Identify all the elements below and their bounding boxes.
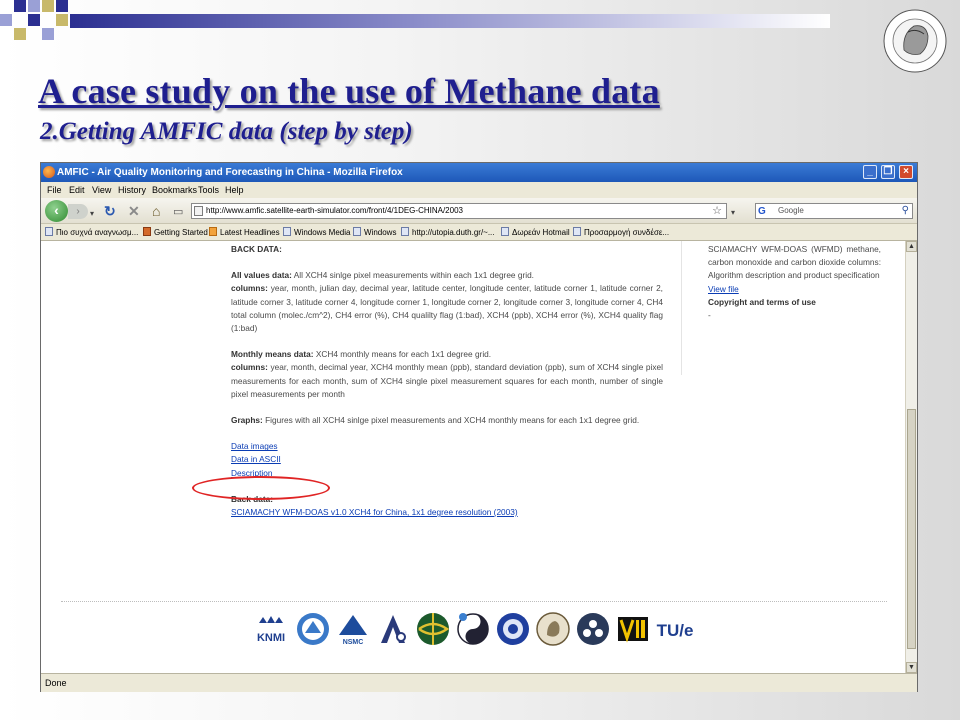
menu-history[interactable]: History xyxy=(118,182,146,198)
menu-help[interactable]: Help xyxy=(225,182,244,198)
close-button[interactable]: × xyxy=(899,165,913,179)
data-images-link[interactable]: Data images xyxy=(231,440,663,453)
emblem-logo[interactable] xyxy=(575,611,611,647)
scroll-down-icon[interactable]: ▼ xyxy=(906,662,917,673)
slide-decor-squares xyxy=(0,0,80,48)
copyright-link[interactable]: Copyright and terms of use xyxy=(708,297,816,307)
scroll-up-icon[interactable]: ▲ xyxy=(906,241,917,252)
university-logo[interactable] xyxy=(535,611,571,647)
forward-button[interactable]: › xyxy=(68,204,88,219)
bookmark-item[interactable]: Δωρεάν Hotmail xyxy=(501,224,570,241)
menu-bar: File Edit View History Bookmarks Tools H… xyxy=(41,182,917,198)
vertical-scrollbar[interactable]: ▲ ▼ xyxy=(905,241,917,673)
back-button[interactable]: ‹ xyxy=(45,200,68,222)
bookmark-item[interactable]: Windows Media xyxy=(283,224,350,241)
page-icon: ▭ xyxy=(173,206,184,218)
bookmark-page-icon xyxy=(283,227,291,236)
page-content: BACK DATA: All values data: All XCH4 sin… xyxy=(41,241,905,673)
search-box[interactable]: G Google ⚲ xyxy=(755,203,913,219)
reload-icon[interactable]: ↻ xyxy=(104,203,116,219)
bookmarks-toolbar: Πιο συχνά αναγνωσμ... Getting Started La… xyxy=(41,224,917,241)
bookmark-page-icon xyxy=(45,227,53,236)
address-text: http://www.amfic.satellite-earth-simulat… xyxy=(206,206,463,215)
stop-icon[interactable]: ✕ xyxy=(128,203,140,219)
site-identity-icon[interactable] xyxy=(194,206,203,216)
firefox-icon xyxy=(43,166,55,178)
data-in-ascii-link[interactable]: Data in ASCII xyxy=(231,453,663,466)
menu-view[interactable]: View xyxy=(92,182,111,198)
all-values-section: All values data: All XCH4 sinlge pixel m… xyxy=(231,270,663,334)
sidebar-dash: - xyxy=(708,310,711,321)
minimize-button[interactable]: _ xyxy=(863,165,877,179)
bookmark-page-icon xyxy=(573,227,581,236)
restore-button[interactable]: ❐ xyxy=(881,165,895,179)
svg-text:KNMI: KNMI xyxy=(257,632,285,644)
back-data-link[interactable]: SCIAMACHY WFM-DOAS v1.0 XCH4 for China, … xyxy=(231,506,663,519)
scroll-thumb[interactable] xyxy=(907,409,916,649)
sidebar-description: SCIAMACHY WFM-DOAS (WFMD) methane, carbo… xyxy=(708,244,881,281)
window-titlebar: AMFIC - Air Quality Monitoring and Forec… xyxy=(41,163,917,182)
iap-logo[interactable] xyxy=(295,611,331,647)
yin-yang-logo[interactable] xyxy=(455,611,491,647)
tue-logo[interactable]: TU/e xyxy=(655,611,695,647)
menu-edit[interactable]: Edit xyxy=(69,182,85,198)
data-links: Data images Data in ASCII Description xyxy=(231,440,663,480)
slide-subtitle: 2.Getting AMFIC data (step by step) xyxy=(40,118,413,145)
search-icon[interactable]: ⚲ xyxy=(902,204,909,218)
firefox-window: AMFIC - Air Quality Monitoring and Forec… xyxy=(40,162,918,692)
home-icon[interactable]: ⌂ xyxy=(152,203,160,219)
back-data-heading: BACK DATA: xyxy=(231,244,282,254)
search-placeholder: Google xyxy=(778,206,804,215)
window-title: AMFIC - Air Quality Monitoring and Forec… xyxy=(57,167,403,178)
bookmark-page-icon xyxy=(143,227,151,236)
slide-header-bar xyxy=(70,14,830,28)
partner-logos: KNMI NSMC TU/e xyxy=(253,611,703,651)
svg-text:NSMC: NSMC xyxy=(343,639,364,646)
vito-logo[interactable] xyxy=(615,611,651,647)
view-file-link[interactable]: View file xyxy=(708,284,739,294)
rss-feed-icon xyxy=(209,227,217,236)
bookmark-page-icon xyxy=(353,227,361,236)
menu-bookmarks[interactable]: Bookmarks xyxy=(152,182,197,198)
bookmark-item[interactable]: http://utopia.duth.gr/~... xyxy=(401,224,495,241)
nsmc-logo[interactable]: NSMC xyxy=(335,611,371,647)
slide-title: A case study on the use of Methane data xyxy=(38,71,660,111)
status-text: Done xyxy=(45,678,67,688)
agency-a-logo[interactable] xyxy=(375,611,411,647)
menu-tools[interactable]: Tools xyxy=(198,182,219,198)
bookmark-star-icon[interactable]: ☆ xyxy=(712,204,722,218)
bookmark-item[interactable]: Latest Headlines xyxy=(209,224,280,241)
bookmark-item[interactable]: Windows xyxy=(353,224,396,241)
knmi-logo[interactable]: KNMI xyxy=(253,611,289,647)
globe-logo[interactable] xyxy=(415,611,451,647)
monthly-means-section: Monthly means data: XCH4 monthly means f… xyxy=(231,349,663,399)
bookmark-item[interactable]: Πιο συχνά αναγνωσμ... xyxy=(45,224,138,241)
address-bar[interactable]: http://www.amfic.satellite-earth-simulat… xyxy=(191,203,727,219)
svg-text:TU/e: TU/e xyxy=(657,621,694,640)
url-dropdown-icon[interactable]: ▾ xyxy=(731,205,735,221)
bookmark-page-icon xyxy=(401,227,409,236)
google-engine-icon[interactable]: G xyxy=(758,205,766,219)
footer-divider xyxy=(61,601,887,602)
right-sidebar: SCIAMACHY WFM-DOAS (WFMD) methane, carbo… xyxy=(681,241,887,375)
presentation-slide: A case study on the use of Methane data … xyxy=(0,0,960,720)
history-dropdown-icon[interactable]: ▾ xyxy=(90,206,94,222)
status-bar: Done xyxy=(41,673,917,692)
bookmark-item[interactable]: Getting Started xyxy=(143,224,208,241)
institute-seal-logo[interactable] xyxy=(495,611,531,647)
bookmark-page-icon xyxy=(501,227,509,236)
university-seal-logo xyxy=(878,8,952,74)
highlight-ellipse xyxy=(192,476,330,500)
menu-file[interactable]: File xyxy=(47,182,62,198)
navigation-toolbar: ‹ › ▾ ↻ ✕ ⌂ ▭ http://www.amfic.satellite… xyxy=(41,198,917,224)
graphs-section: Graphs: Figures with all XCH4 sinlge pix… xyxy=(231,415,640,426)
bookmark-item[interactable]: Προσαρμογή συνδέσε... xyxy=(573,224,669,241)
